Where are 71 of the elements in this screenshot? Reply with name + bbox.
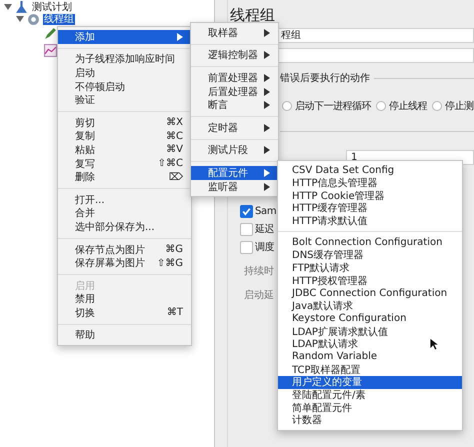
menu-item[interactable]: 保存屏幕为图片 ⇧⌘G <box>58 256 191 270</box>
cursor-icon <box>429 337 439 351</box>
menu-item[interactable]: FTP默认请求 <box>278 262 462 274</box>
menu-item[interactable]: 登陆配置元件/素 <box>278 388 462 402</box>
checkbox-label: 调度 <box>255 240 274 254</box>
menu-item[interactable]: 复写 ⇧⌘C <box>58 156 191 170</box>
flask-icon <box>15 0 28 14</box>
menu-item[interactable]: 计数器 <box>278 414 462 427</box>
pen-icon[interactable] <box>44 27 57 40</box>
field-label: 启动延 <box>244 288 274 302</box>
menu-item[interactable]: 定时器 <box>191 120 278 135</box>
chart-icon[interactable] <box>44 44 57 57</box>
menu-item[interactable]: JDBC Connection Configuration <box>278 287 462 300</box>
menu-item[interactable]: 取样器 <box>191 26 278 40</box>
menu-item[interactable]: 启动 <box>58 66 191 80</box>
menu-item[interactable]: LDAP扩展请求默认值 <box>278 325 462 338</box>
checkbox-label: 延迟 <box>255 223 274 236</box>
panel-title: 线程组 <box>230 6 276 26</box>
checkbox-label: Sam <box>255 206 276 217</box>
menu-item[interactable]: HTTP Cookie管理器 <box>278 189 462 202</box>
menu-item[interactable]: 打开... <box>58 192 191 207</box>
name-field[interactable]: 程组 <box>278 28 474 43</box>
expand-arrow-icon[interactable] <box>4 3 12 11</box>
menu-item[interactable]: 不停顿启动 <box>58 80 191 94</box>
radio-option[interactable]: 启动下一进程循环 <box>282 99 371 113</box>
menu-item[interactable]: 添加 <box>58 30 191 44</box>
menu-item[interactable]: Keystore Configuration <box>278 312 462 326</box>
menu-item[interactable]: 复制 ⌘C <box>58 130 191 144</box>
menu-item[interactable]: Java默认请求 <box>278 300 462 313</box>
menu-item[interactable]: 合并 <box>58 206 191 220</box>
menu-item[interactable]: 切换 ⌘T <box>58 306 191 320</box>
menu-item[interactable]: 帮助 <box>58 328 191 342</box>
menu-item[interactable]: HTTP缓存管理器 <box>278 202 462 215</box>
menu-item[interactable]: 粘贴 ⌘V <box>58 143 191 157</box>
field-label: 持续时 <box>244 264 274 278</box>
menu-item[interactable]: HTTP请求默认值 <box>278 214 462 228</box>
menu-item[interactable]: 简单配置元件 <box>278 401 462 414</box>
tree-item[interactable]: 线程组 <box>43 14 75 24</box>
menu-item[interactable]: HTTP授权管理器 <box>278 274 462 288</box>
radio-option[interactable]: 停止线程 <box>376 99 427 113</box>
menu-item[interactable]: 断言 <box>191 98 278 112</box>
menu-item[interactable]: CSV Data Set Config <box>278 164 462 177</box>
comment-field[interactable] <box>278 48 474 63</box>
menu-item[interactable]: Random Variable <box>278 350 462 364</box>
menu-item[interactable]: 禁用 <box>58 292 191 306</box>
menu-item[interactable]: HTTP信息头管理器 <box>278 176 462 190</box>
menu-item[interactable]: DNS缓存管理器 <box>278 249 462 262</box>
menu-item[interactable]: 后置处理器 <box>191 84 278 98</box>
menu-item[interactable]: LDAP默认请求 <box>278 338 462 351</box>
menu-item[interactable]: 测试片段 <box>191 144 278 158</box>
menu-item[interactable]: 剪切 ⌘X <box>58 116 191 130</box>
menu-item[interactable]: 保存节点为图片 ⌘G <box>58 242 191 256</box>
menu-item[interactable]: 逻辑控制器 <box>191 48 278 62</box>
checkbox[interactable] <box>240 240 253 254</box>
menu-item[interactable]: 删除 ⌦ <box>58 170 191 184</box>
radio-option[interactable]: 停止测 <box>432 99 474 113</box>
menu-item[interactable]: Bolt Connection Configuration <box>278 236 462 250</box>
checkbox[interactable] <box>240 222 253 236</box>
menu-item[interactable]: 选中部分保存为... <box>58 220 191 234</box>
menu-item[interactable]: 配置元件 <box>191 166 278 180</box>
menu-item[interactable]: 前置处理器 <box>191 71 278 85</box>
menu-item[interactable]: 监听器 <box>191 180 278 194</box>
gear-icon <box>27 12 40 26</box>
tree-item[interactable]: 测试计划 <box>31 2 73 12</box>
menu-item[interactable]: TCP取样器配置 <box>278 363 462 376</box>
checkbox[interactable] <box>240 205 253 218</box>
menu-item[interactable]: 用户定义的变量 <box>278 376 462 389</box>
menu-item[interactable]: 为子线程添加响应时间 <box>58 52 191 66</box>
group-legend: 错误后要执行的动作 <box>280 71 370 85</box>
menu-item[interactable]: 验证 <box>58 93 191 107</box>
expand-arrow-icon[interactable] <box>16 15 24 23</box>
